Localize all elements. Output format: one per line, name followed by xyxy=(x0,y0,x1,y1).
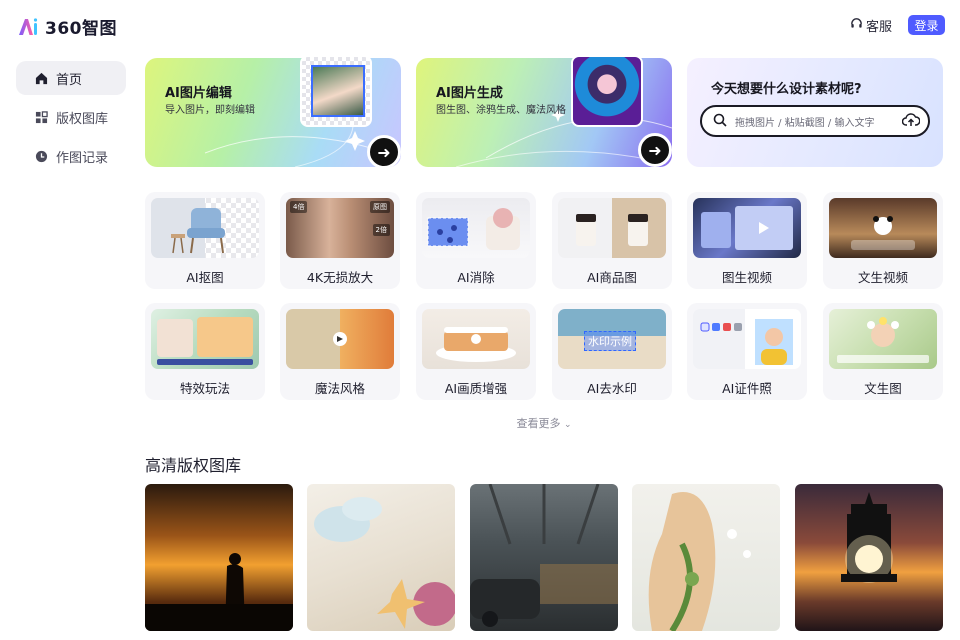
feature-effects[interactable]: 特效玩法 xyxy=(145,303,265,400)
logo[interactable]: 360智图 xyxy=(17,14,117,39)
magic-style-preview-image xyxy=(286,309,394,369)
logo-icon xyxy=(17,17,39,37)
logo-text: 360智图 xyxy=(45,19,117,39)
see-more-link[interactable]: 查看更多 ⌄ xyxy=(0,415,960,431)
feature-text-to-image[interactable]: 文生图 xyxy=(823,303,943,400)
sidebar-item-gallery[interactable]: 版权图库 xyxy=(16,100,126,134)
cutout-preview-image xyxy=(151,198,259,258)
support-button[interactable]: 客服 xyxy=(850,16,892,35)
gallery-photo[interactable] xyxy=(632,484,780,631)
gallery-title: 高清版权图库 xyxy=(145,456,242,475)
scale-2x-badge: 2倍 xyxy=(372,224,390,236)
shells-illustration xyxy=(314,497,455,629)
panda-illustration xyxy=(851,216,915,250)
feature-label: 图生视频 xyxy=(721,270,772,285)
upload-cloud-icon[interactable] xyxy=(901,112,921,131)
erase-illustration xyxy=(427,208,520,250)
feature-label: AI证件照 xyxy=(722,381,772,396)
chair-illustration xyxy=(171,208,225,254)
hero-generate-subtitle: 图生图、涂鸦生成、魔法风格 xyxy=(436,105,566,116)
video-illustration xyxy=(701,206,793,250)
erase-preview-image xyxy=(422,198,530,258)
watermark-preview-image: 水印示例 xyxy=(558,309,666,369)
feature-text-to-video[interactable]: 文生视频 xyxy=(823,192,943,289)
sidebar-item-history[interactable]: 作图记录 xyxy=(16,139,126,173)
feature-label: 文生视频 xyxy=(857,270,908,285)
sidebar-item-label: 版权图库 xyxy=(56,111,109,127)
image-to-video-preview xyxy=(693,198,801,258)
see-more-label: 查看更多 xyxy=(516,417,561,430)
feature-remove-watermark[interactable]: 水印示例 AI去水印 xyxy=(552,303,672,400)
feature-ai-cutout[interactable]: AI抠图 xyxy=(145,192,265,289)
feature-ai-product[interactable]: AI商品图 xyxy=(552,192,672,289)
arrow-right-icon[interactable]: ➜ xyxy=(638,133,672,167)
search-input[interactable]: 拖拽图片 / 粘贴截图 / 输入文字 xyxy=(700,105,930,137)
feature-image-to-video[interactable]: 图生视频 xyxy=(687,192,807,289)
id-photo-preview-image xyxy=(693,309,801,369)
arrow-right-icon[interactable]: ➜ xyxy=(367,135,401,167)
effects-preview-image xyxy=(151,309,259,369)
support-label: 客服 xyxy=(865,19,892,35)
flower-girl-illustration xyxy=(837,317,929,363)
sidebar-item-label: 作图记录 xyxy=(56,150,109,166)
headset-icon xyxy=(850,17,863,34)
original-badge: 原图 xyxy=(370,201,390,213)
gallery-photo[interactable] xyxy=(307,484,455,631)
feature-label: AI抠图 xyxy=(186,270,224,285)
feature-magic-style[interactable]: 魔法风格 xyxy=(280,303,400,400)
feature-label: 文生图 xyxy=(864,381,902,396)
floral-figure-illustration xyxy=(648,492,751,631)
lighthouse-illustration xyxy=(841,492,897,583)
feature-label: AI去水印 xyxy=(587,381,637,396)
effects-illustration xyxy=(157,317,253,365)
search-placeholder: 拖拽图片 / 粘贴截图 / 输入文字 xyxy=(735,117,875,129)
feature-id-photo[interactable]: AI证件照 xyxy=(687,303,807,400)
silhouette-figure xyxy=(145,553,293,631)
feature-label: AI消除 xyxy=(457,270,495,285)
scale-4x-badge: 4倍 xyxy=(290,201,308,213)
id-photo-illustration xyxy=(700,319,793,365)
feature-ai-erase[interactable]: AI消除 xyxy=(416,192,536,289)
portrait-image xyxy=(311,65,365,117)
hero-generate-thumbnail xyxy=(571,55,643,127)
hero-edit-title: AI图片编辑 xyxy=(165,86,232,101)
hero-generate-title: AI图片生成 xyxy=(436,86,503,101)
feature-label: AI画质增强 xyxy=(444,381,508,396)
upscale-preview-image: 4倍 原图 2倍 xyxy=(286,198,394,258)
chevron-down-icon: ⌄ xyxy=(563,420,572,430)
gallery-photo[interactable] xyxy=(795,484,943,631)
gallery-photo[interactable] xyxy=(470,484,618,631)
feature-label: 4K无损放大 xyxy=(306,270,374,285)
hero-edit-thumbnail xyxy=(300,55,372,127)
cake-illustration xyxy=(436,327,516,362)
search-title: 今天想要什么设计素材呢? xyxy=(711,82,862,97)
feature-label: 特效玩法 xyxy=(179,381,230,396)
feature-label: 魔法风格 xyxy=(314,381,365,396)
text-to-video-preview xyxy=(829,198,937,258)
sidebar-item-home[interactable]: 首页 xyxy=(16,61,126,95)
feature-quality-enhance[interactable]: AI画质增强 xyxy=(416,303,536,400)
clock-icon xyxy=(34,149,48,163)
watermark-text: 水印示例 xyxy=(584,331,636,351)
enhance-preview-image xyxy=(422,309,530,369)
home-icon xyxy=(34,71,48,85)
jar-illustration xyxy=(576,214,648,246)
hero-edit-subtitle: 导入图片，即刻编辑 xyxy=(165,105,255,116)
text-to-image-preview xyxy=(829,309,937,369)
search-card: 今天想要什么设计素材呢? 拖拽图片 / 粘贴截图 / 输入文字 xyxy=(687,58,943,167)
product-preview-image xyxy=(558,198,666,258)
gallery-photo[interactable] xyxy=(145,484,293,631)
sidebar-item-label: 首页 xyxy=(56,72,83,88)
grid-icon xyxy=(34,110,48,124)
search-icon xyxy=(713,112,727,131)
feature-4k-upscale[interactable]: 4倍 原图 2倍 4K无损放大 xyxy=(280,192,400,289)
login-button[interactable]: 登录 xyxy=(908,15,945,35)
feature-label: AI商品图 xyxy=(587,270,637,285)
swap-arrow-icon xyxy=(333,332,347,346)
train-illustration xyxy=(470,484,618,627)
sidebar: 首页 版权图库 作图记录 xyxy=(16,61,126,178)
